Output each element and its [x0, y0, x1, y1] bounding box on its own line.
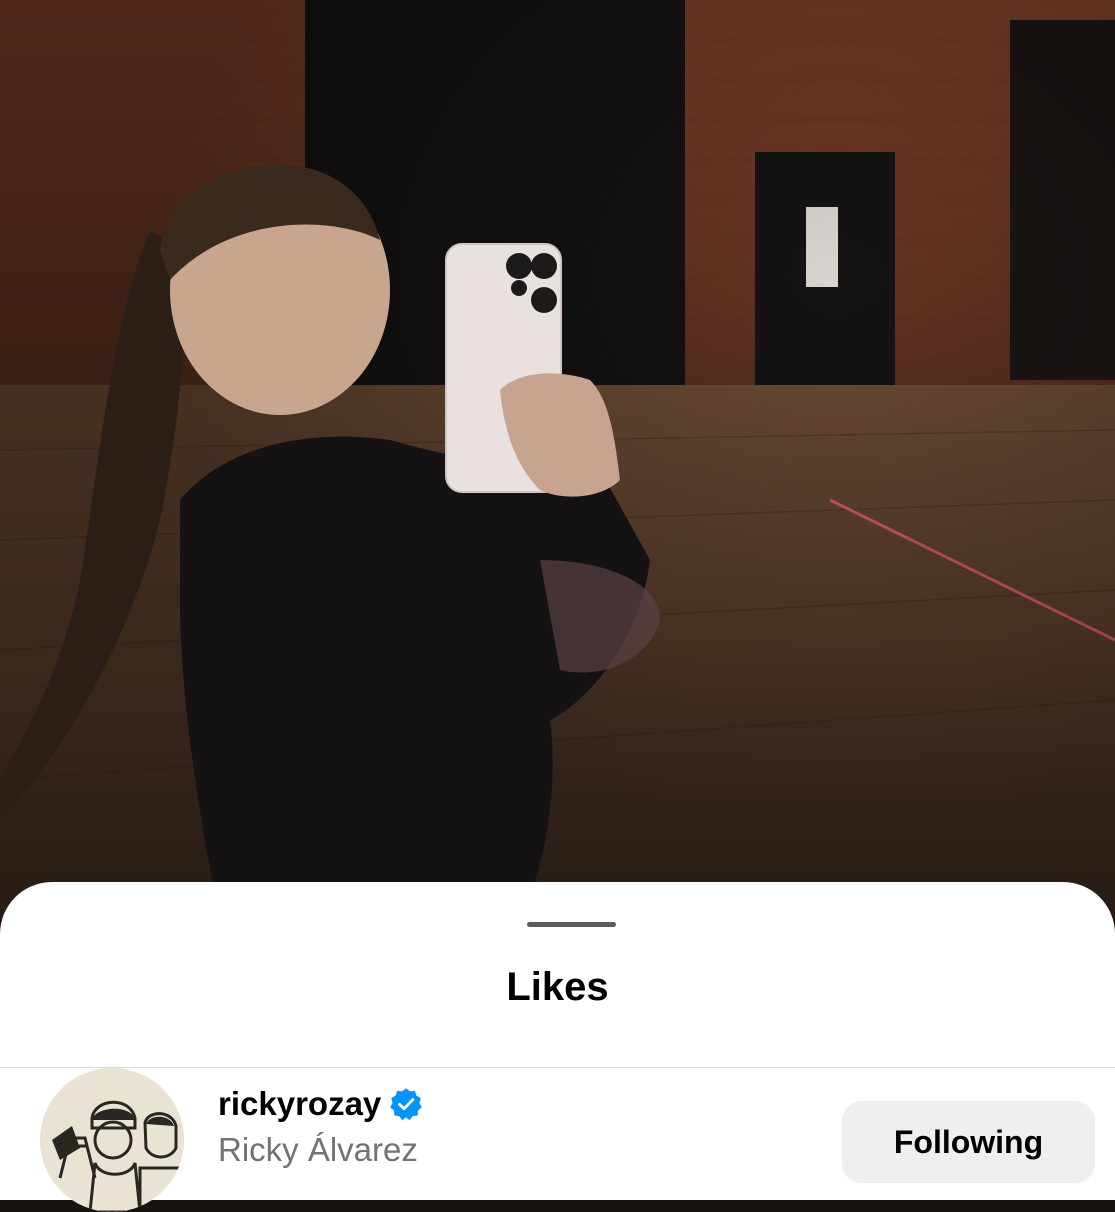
username[interactable]: rickyrozay: [218, 1084, 381, 1124]
sheet-grabber-handle[interactable]: [527, 922, 616, 927]
post-photo: [0, 0, 1115, 920]
likes-sheet: Likes rickyrozay Ricky Álvarez Following: [0, 882, 1115, 1212]
like-list-item[interactable]: rickyrozay Ricky Álvarez Following: [0, 1068, 1115, 1212]
username-line: rickyrozay: [218, 1084, 423, 1124]
following-button[interactable]: Following: [842, 1101, 1095, 1183]
full-name: Ricky Álvarez: [218, 1131, 418, 1168]
avatar[interactable]: [40, 1068, 184, 1212]
verified-badge-icon: [389, 1087, 423, 1121]
sheet-title: Likes: [506, 965, 609, 1009]
